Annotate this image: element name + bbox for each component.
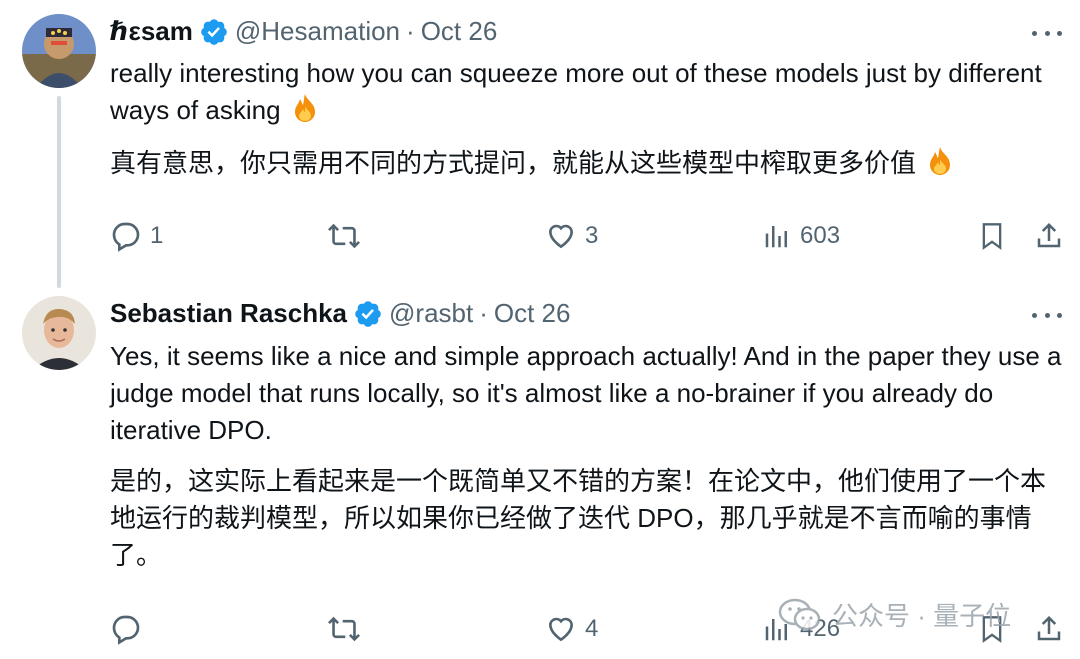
avatar-hesamation[interactable] xyxy=(22,14,96,88)
share-button[interactable] xyxy=(1034,216,1064,256)
more-options-icon[interactable] xyxy=(1032,310,1062,320)
reply-icon xyxy=(112,615,140,645)
like-count: 3 xyxy=(585,222,599,249)
retweet-icon xyxy=(328,223,360,249)
share-button[interactable] xyxy=(1034,609,1064,649)
retweet-button[interactable] xyxy=(327,609,361,649)
watermark-text: 公众号 · 量子位 xyxy=(832,601,1012,631)
wechat-logo-icon xyxy=(778,598,821,630)
display-name[interactable]: Sebastian Raschka xyxy=(110,298,347,329)
reply-count: 1 xyxy=(150,222,164,249)
tweet-text-en: Yes, it seems like a nice and simple app… xyxy=(110,341,1062,445)
separator-dot: · xyxy=(406,16,415,46)
heart-icon xyxy=(548,224,574,249)
share-icon xyxy=(1037,222,1061,248)
display-name[interactable]: ℏεsam xyxy=(110,16,193,47)
reply-icon xyxy=(112,222,140,252)
tweet-text-zh: 是的，这实际上看起来是一个既简单又不错的方案！在论文中，他们使用了一个本地运行的… xyxy=(110,466,1047,570)
user-handle[interactable]: @rasbt xyxy=(389,298,473,329)
tweet-header: ℏεsam @Hesamation · Oct 26 xyxy=(110,16,497,47)
user-handle[interactable]: @Hesamation xyxy=(235,16,400,47)
reply-button[interactable] xyxy=(110,609,142,649)
retweet-button[interactable] xyxy=(327,216,361,256)
tweet-text-zh: 真有意思，你只需用不同的方式提问，就能从这些模型中榨取更多价值 xyxy=(110,148,917,178)
tweet-header: Sebastian Raschka @rasbt · Oct 26 xyxy=(110,298,570,329)
verified-badge-icon xyxy=(199,17,229,47)
tweet-date[interactable]: Oct 26 xyxy=(494,298,571,329)
separator-dot: · xyxy=(479,298,488,328)
views-button[interactable]: 603 xyxy=(762,216,840,256)
verified-badge-icon xyxy=(353,299,383,329)
heart-icon xyxy=(548,617,574,642)
watermark: 公众号 · 量子位 xyxy=(778,596,1011,633)
thread-line xyxy=(57,96,61,288)
fire-emoji-icon xyxy=(289,92,321,124)
avatar-rasbt[interactable] xyxy=(22,296,96,370)
reply-button[interactable]: 1 xyxy=(110,216,163,256)
views-bar-chart-icon xyxy=(765,226,787,248)
more-options-icon[interactable] xyxy=(1032,28,1062,38)
view-count: 603 xyxy=(800,222,841,249)
bookmark-button[interactable] xyxy=(978,216,1006,256)
tweet-translation: 真有意思，你只需用不同的方式提问，就能从这些模型中榨取更多价值 xyxy=(110,145,1065,182)
fire-emoji-icon xyxy=(924,145,956,177)
tweet-actions: 1 3 603 xyxy=(0,216,1080,256)
tweet-date[interactable]: Oct 26 xyxy=(421,16,498,47)
share-icon xyxy=(1037,615,1061,641)
like-button[interactable]: 4 xyxy=(545,609,598,649)
like-button[interactable]: 3 xyxy=(545,216,598,256)
tweet-text-en: really interesting how you can squeeze m… xyxy=(110,58,1042,125)
like-count: 4 xyxy=(585,615,599,642)
tweet-text: really interesting how you can squeeze m… xyxy=(110,55,1065,129)
bookmark-icon xyxy=(982,223,1002,250)
retweet-icon xyxy=(328,616,360,642)
